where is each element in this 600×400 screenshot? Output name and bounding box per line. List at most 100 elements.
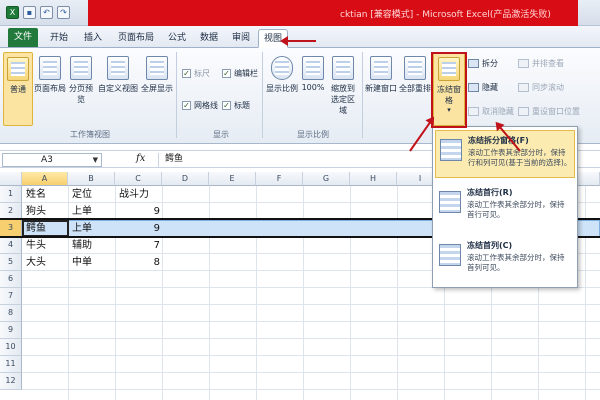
- menu-item-title: 冻结首行(R): [467, 188, 513, 197]
- zoom-100-button[interactable]: 100%: [300, 52, 326, 126]
- row-header[interactable]: 5: [0, 254, 22, 271]
- freeze-top-row-item[interactable]: 冻结首行(R) 滚动工作表其余部分时，保持首行可见。: [435, 183, 575, 231]
- redo-icon[interactable]: ↷: [57, 6, 70, 19]
- row-header[interactable]: 11: [0, 356, 22, 373]
- save-icon[interactable]: ▪: [23, 6, 36, 19]
- column-header[interactable]: G: [303, 172, 350, 186]
- synchronous-scrolling-button[interactable]: 同步滚动: [518, 82, 564, 93]
- name-box[interactable]: A3 ▼: [2, 153, 102, 167]
- view-side-by-side-button[interactable]: 并排查看: [518, 58, 564, 69]
- cell-a5[interactable]: 大头: [24, 254, 48, 271]
- row-header[interactable]: 8: [0, 305, 22, 322]
- tab-file[interactable]: 文件: [8, 28, 38, 47]
- headings-checkbox[interactable]: ✓ 标题: [222, 100, 250, 111]
- reset-window-position-button[interactable]: 重设窗口位置: [518, 106, 580, 117]
- side-by-side-label: 并排查看: [532, 59, 564, 68]
- page-break-preview-button[interactable]: 分页预览: [68, 52, 94, 126]
- column-header[interactable]: A: [22, 172, 68, 186]
- cell-c5[interactable]: 8: [115, 254, 162, 271]
- cell-c1[interactable]: 战斗力: [117, 186, 151, 203]
- tab-review[interactable]: 审阅: [226, 29, 256, 48]
- column-header[interactable]: C: [115, 172, 162, 186]
- row-header[interactable]: 6: [0, 271, 22, 288]
- formula-bar-checkbox[interactable]: ✓ 编辑栏: [222, 68, 258, 79]
- group-label-show: 显示: [213, 130, 229, 139]
- split-icon: [468, 59, 479, 68]
- page-break-label: 分页预览: [69, 84, 93, 104]
- full-screen-button[interactable]: 全屏显示: [140, 52, 174, 126]
- name-box-value: A3: [41, 155, 53, 165]
- cell-c3[interactable]: 9: [115, 220, 162, 237]
- zoom-button[interactable]: 显示比例: [266, 52, 298, 126]
- hide-button[interactable]: 隐藏: [468, 82, 498, 93]
- headings-label: 标题: [234, 101, 250, 110]
- ribbon-separator: [362, 52, 363, 138]
- new-window-button[interactable]: 新建窗口: [365, 52, 397, 126]
- tab-formulas[interactable]: 公式: [162, 29, 192, 48]
- function-icon[interactable]: fx: [136, 153, 145, 164]
- reset-window-icon: [518, 107, 529, 116]
- column-header[interactable]: E: [209, 172, 256, 186]
- unhide-icon: [468, 107, 479, 116]
- gridlines-checkbox[interactable]: ✓ 网格线: [182, 100, 218, 111]
- tab-home[interactable]: 开始: [44, 29, 74, 48]
- column-header[interactable]: F: [256, 172, 303, 186]
- freeze-first-column-item[interactable]: 冻结首列(C) 滚动工作表其余部分时，保持首列可见。: [435, 236, 575, 284]
- cell-b4[interactable]: 辅助: [70, 237, 94, 254]
- checkbox-box: ✓: [182, 69, 191, 78]
- freeze-panes-icon: [440, 139, 462, 161]
- checkbox-box: ✓: [182, 101, 191, 110]
- page-layout-icon: [39, 56, 61, 80]
- tab-insert[interactable]: 插入: [78, 29, 108, 48]
- row-header[interactable]: 1: [0, 186, 22, 203]
- column-header[interactable]: D: [162, 172, 209, 186]
- normal-view-button[interactable]: 普通: [3, 52, 33, 126]
- column-header[interactable]: H: [350, 172, 397, 186]
- zoom-to-selection-button[interactable]: 缩放到选定区域: [328, 52, 358, 126]
- zoom-label: 显示比例: [266, 84, 298, 93]
- side-by-side-icon: [518, 59, 529, 68]
- custom-views-icon: [107, 56, 129, 80]
- chevron-down-icon[interactable]: ▼: [93, 154, 98, 166]
- arrange-all-button[interactable]: 全部重排: [398, 52, 432, 126]
- tab-page-layout[interactable]: 页面布局: [112, 29, 160, 48]
- custom-views-button[interactable]: 自定义视图: [98, 52, 138, 126]
- select-all-corner[interactable]: [0, 172, 22, 186]
- ribbon-separator: [176, 52, 177, 138]
- unhide-button[interactable]: 取消隐藏: [468, 106, 514, 117]
- row-header[interactable]: 10: [0, 339, 22, 356]
- ruler-label: 标尺: [194, 69, 210, 78]
- cell-a4[interactable]: 牛头: [24, 237, 48, 254]
- freeze-panes-item[interactable]: 冻结拆分窗格(F) 滚动工作表其余部分时，保持行和列可见(基于当前的选择)。: [435, 130, 575, 178]
- ruler-checkbox[interactable]: ✓ 标尺: [182, 68, 210, 79]
- cell-a1[interactable]: 姓名: [24, 186, 48, 203]
- row-header[interactable]: 12: [0, 373, 22, 390]
- excel-logo-icon[interactable]: X: [6, 6, 19, 19]
- menu-item-title: 冻结首列(C): [467, 241, 513, 250]
- split-button[interactable]: 拆分: [468, 58, 498, 69]
- window-title: cktian [兼容模式] - Microsoft Excel(产品激活失败): [340, 10, 551, 20]
- unhide-label: 取消隐藏: [482, 107, 514, 116]
- undo-icon[interactable]: ↶: [40, 6, 53, 19]
- cell-b5[interactable]: 中单: [70, 254, 94, 271]
- row-header[interactable]: 3: [0, 220, 22, 237]
- cell-b1[interactable]: 定位: [70, 186, 94, 203]
- column-header[interactable]: B: [68, 172, 115, 186]
- page-layout-view-button[interactable]: 页面布局: [33, 52, 67, 126]
- checkbox-box: ✓: [222, 69, 231, 78]
- menu-item-description: 滚动工作表其余部分时，保持首行可见。: [467, 200, 565, 219]
- zoom-100-icon: [302, 56, 324, 80]
- cell-c4[interactable]: 7: [115, 237, 162, 254]
- tab-data[interactable]: 数据: [194, 29, 224, 48]
- ribbon-tabs: 文件 开始 插入 页面布局 公式 数据 审阅 视图: [0, 26, 600, 48]
- row-header[interactable]: 7: [0, 288, 22, 305]
- arrange-all-label: 全部重排: [399, 84, 431, 93]
- cell-b3[interactable]: 上单: [70, 220, 94, 237]
- row-header[interactable]: 9: [0, 322, 22, 339]
- row-header[interactable]: 4: [0, 237, 22, 254]
- quick-access-toolbar: X ▪ ↶ ↷: [6, 6, 70, 19]
- full-screen-label: 全屏显示: [141, 84, 173, 93]
- zoom-selection-label: 缩放到选定区域: [331, 84, 355, 115]
- title-bar: X ▪ ↶ ↷ cktian [兼容模式] - Microsoft Excel(…: [0, 0, 600, 26]
- ribbon-separator: [262, 52, 263, 138]
